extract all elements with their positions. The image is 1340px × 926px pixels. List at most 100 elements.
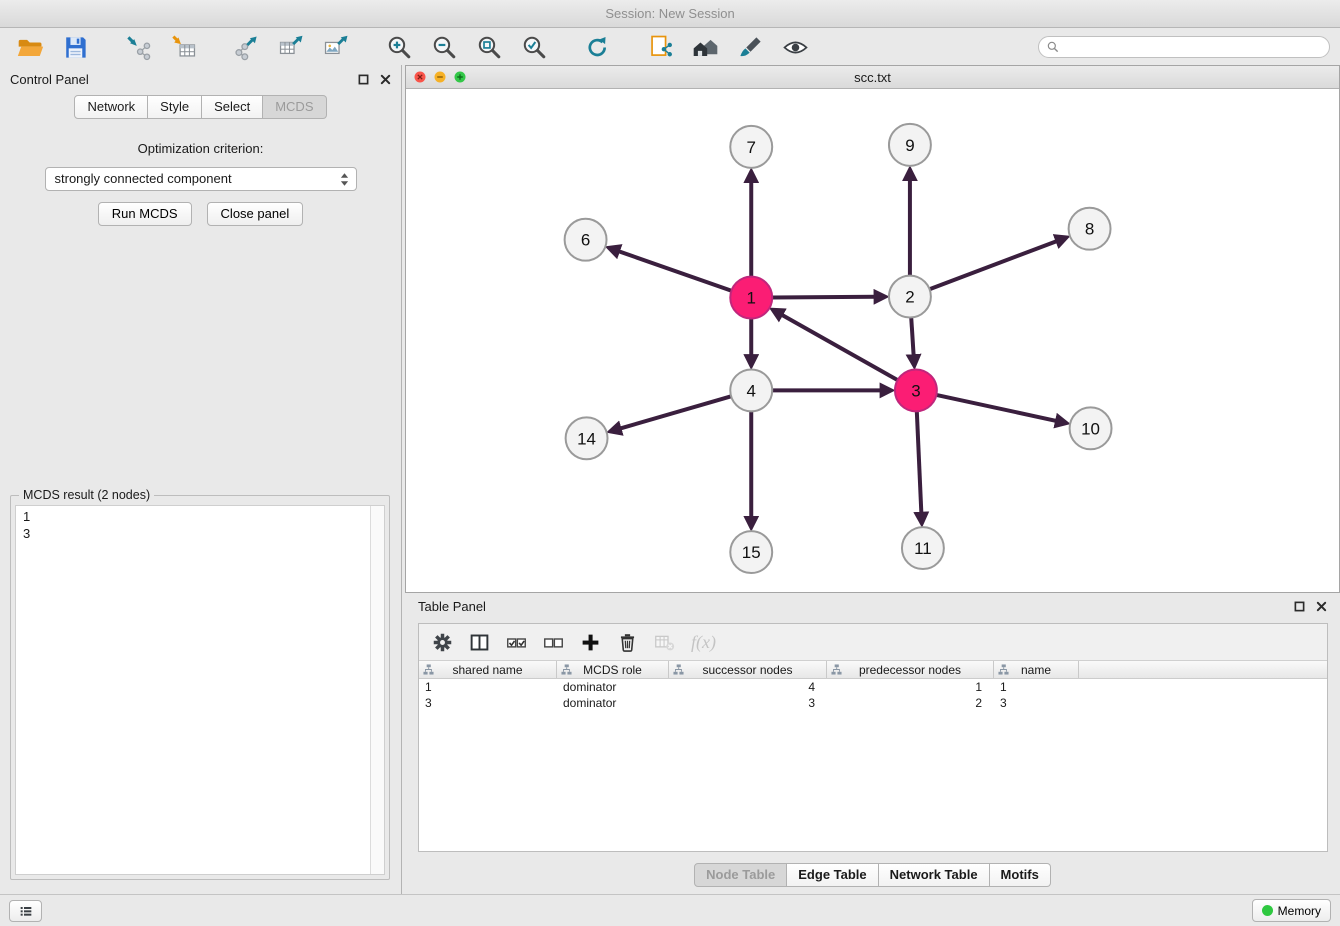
import-table-button[interactable] bbox=[163, 31, 203, 63]
tab-style[interactable]: Style bbox=[148, 95, 202, 119]
show-columns-button[interactable] bbox=[469, 632, 490, 653]
zoom-out-icon bbox=[431, 34, 458, 61]
edge-3-11[interactable] bbox=[917, 411, 922, 514]
apply-layout-button[interactable] bbox=[577, 31, 617, 63]
import-network-button[interactable] bbox=[118, 31, 158, 63]
function-builder-button[interactable]: f(x) bbox=[691, 632, 716, 653]
edge-3-1[interactable] bbox=[781, 314, 898, 380]
node-8[interactable]: 8 bbox=[1069, 208, 1111, 250]
edge-1-6[interactable] bbox=[618, 251, 732, 291]
mcds-close-panel-button[interactable]: Close panel bbox=[207, 202, 304, 226]
table-panel-close-button[interactable] bbox=[1316, 601, 1327, 612]
show-panels-button[interactable] bbox=[9, 900, 42, 922]
search-input[interactable] bbox=[1038, 36, 1330, 58]
node-11[interactable]: 11 bbox=[902, 527, 944, 569]
delete-table-icon bbox=[654, 632, 675, 653]
float-icon bbox=[1294, 601, 1305, 612]
criterion-dropdown[interactable]: strongly connected component bbox=[45, 167, 357, 191]
tree-icon bbox=[423, 664, 434, 675]
function-builder-label: f(x) bbox=[691, 632, 716, 653]
window-close-icon[interactable] bbox=[414, 71, 426, 83]
show-hide-button[interactable] bbox=[775, 31, 815, 63]
export-network-button[interactable] bbox=[226, 31, 266, 63]
column-header-successor-nodes[interactable]: successor nodes bbox=[669, 661, 827, 678]
tab-network-table[interactable]: Network Table bbox=[879, 863, 990, 887]
delete-table-button[interactable] bbox=[654, 632, 675, 653]
table-panel-float-button[interactable] bbox=[1294, 601, 1305, 612]
node-9[interactable]: 9 bbox=[889, 124, 931, 166]
network-overview-icon bbox=[692, 34, 719, 61]
save-session-button[interactable] bbox=[55, 31, 95, 63]
node-6[interactable]: 6 bbox=[565, 219, 607, 261]
run-mcds-button[interactable]: Run MCDS bbox=[98, 202, 192, 226]
zoom-out-button[interactable] bbox=[424, 31, 464, 63]
node-4[interactable]: 4 bbox=[730, 369, 772, 411]
node-10[interactable]: 10 bbox=[1070, 407, 1112, 449]
node-3[interactable]: 3 bbox=[895, 369, 937, 411]
zoom-in-button[interactable] bbox=[379, 31, 419, 63]
tab-mcds[interactable]: MCDS bbox=[263, 95, 326, 119]
table-panel: Table Panel f(x) shared nameMCDS rolesuc… bbox=[405, 593, 1340, 893]
network-overview-button[interactable] bbox=[685, 31, 725, 63]
control-panel-title: Control Panel bbox=[10, 72, 89, 87]
mcds-result-item: 1 bbox=[23, 508, 377, 525]
column-header-shared-name[interactable]: shared name bbox=[419, 661, 557, 678]
export-table-button[interactable] bbox=[271, 31, 311, 63]
result-scrollbar[interactable] bbox=[370, 506, 384, 874]
network-canvas[interactable]: 7 9 6 8 1 2 4 3 14 10 15 11 bbox=[406, 89, 1339, 592]
node-2[interactable]: 2 bbox=[889, 276, 931, 318]
edge-3-10[interactable] bbox=[936, 395, 1057, 421]
style-brush-button[interactable] bbox=[730, 31, 770, 63]
table-toolbar: f(x) bbox=[419, 624, 1327, 661]
table-settings-button[interactable] bbox=[432, 632, 453, 653]
tab-motifs[interactable]: Motifs bbox=[990, 863, 1051, 887]
table-settings-icon bbox=[432, 632, 453, 653]
open-session-button[interactable] bbox=[10, 31, 50, 63]
import-table-icon bbox=[170, 34, 197, 61]
zoom-selected-button[interactable] bbox=[514, 31, 554, 63]
table-cell: 2 bbox=[827, 696, 994, 710]
column-header-mcds-role[interactable]: MCDS role bbox=[557, 661, 669, 678]
select-all-rows-button[interactable] bbox=[506, 632, 527, 653]
mcds-result-list[interactable]: 13 bbox=[15, 505, 385, 875]
column-header-predecessor-nodes[interactable]: predecessor nodes bbox=[827, 661, 994, 678]
column-header-name[interactable]: name bbox=[994, 661, 1079, 678]
node-7[interactable]: 7 bbox=[730, 126, 772, 168]
clone-network-button[interactable] bbox=[640, 31, 680, 63]
control-panel-float-button[interactable] bbox=[358, 74, 369, 85]
export-image-icon bbox=[323, 34, 350, 61]
node-1[interactable]: 1 bbox=[730, 277, 772, 319]
create-column-button[interactable] bbox=[580, 632, 601, 653]
mcds-result-item: 3 bbox=[23, 525, 377, 542]
export-image-button[interactable] bbox=[316, 31, 356, 63]
memory-status-dot bbox=[1262, 905, 1273, 916]
zoom-selected-icon bbox=[521, 34, 548, 61]
network-window-title: scc.txt bbox=[406, 70, 1339, 85]
tree-icon bbox=[998, 664, 1009, 675]
delete-columns-button[interactable] bbox=[617, 632, 638, 653]
edge-1-2[interactable] bbox=[772, 297, 876, 298]
table-row[interactable]: 3dominator323 bbox=[419, 695, 1327, 711]
tab-select[interactable]: Select bbox=[202, 95, 263, 119]
tab-network[interactable]: Network bbox=[74, 95, 148, 119]
edge-4-14[interactable] bbox=[619, 396, 731, 429]
main-toolbar bbox=[0, 29, 1340, 65]
table-panel-header: Table Panel bbox=[405, 593, 1340, 620]
window-minimize-icon[interactable] bbox=[434, 71, 446, 83]
network-window-titlebar[interactable]: scc.txt bbox=[406, 66, 1339, 89]
memory-button[interactable]: Memory bbox=[1252, 899, 1331, 922]
show-hide-icon bbox=[782, 34, 809, 61]
table-row[interactable]: 1dominator411 bbox=[419, 679, 1327, 695]
edge-2-8[interactable] bbox=[929, 241, 1057, 290]
control-panel-close-button[interactable] bbox=[380, 74, 391, 85]
zoom-fit-button[interactable] bbox=[469, 31, 509, 63]
control-panel: Control Panel NetworkStyleSelectMCDS Opt… bbox=[0, 65, 402, 894]
tab-node-table[interactable]: Node Table bbox=[694, 863, 787, 887]
deselect-all-rows-button[interactable] bbox=[543, 632, 564, 653]
tree-icon bbox=[831, 664, 842, 675]
node-14[interactable]: 14 bbox=[566, 417, 608, 459]
edge-2-3[interactable] bbox=[911, 318, 913, 357]
tab-edge-table[interactable]: Edge Table bbox=[787, 863, 878, 887]
window-zoom-icon[interactable] bbox=[454, 71, 466, 83]
node-15[interactable]: 15 bbox=[730, 531, 772, 573]
